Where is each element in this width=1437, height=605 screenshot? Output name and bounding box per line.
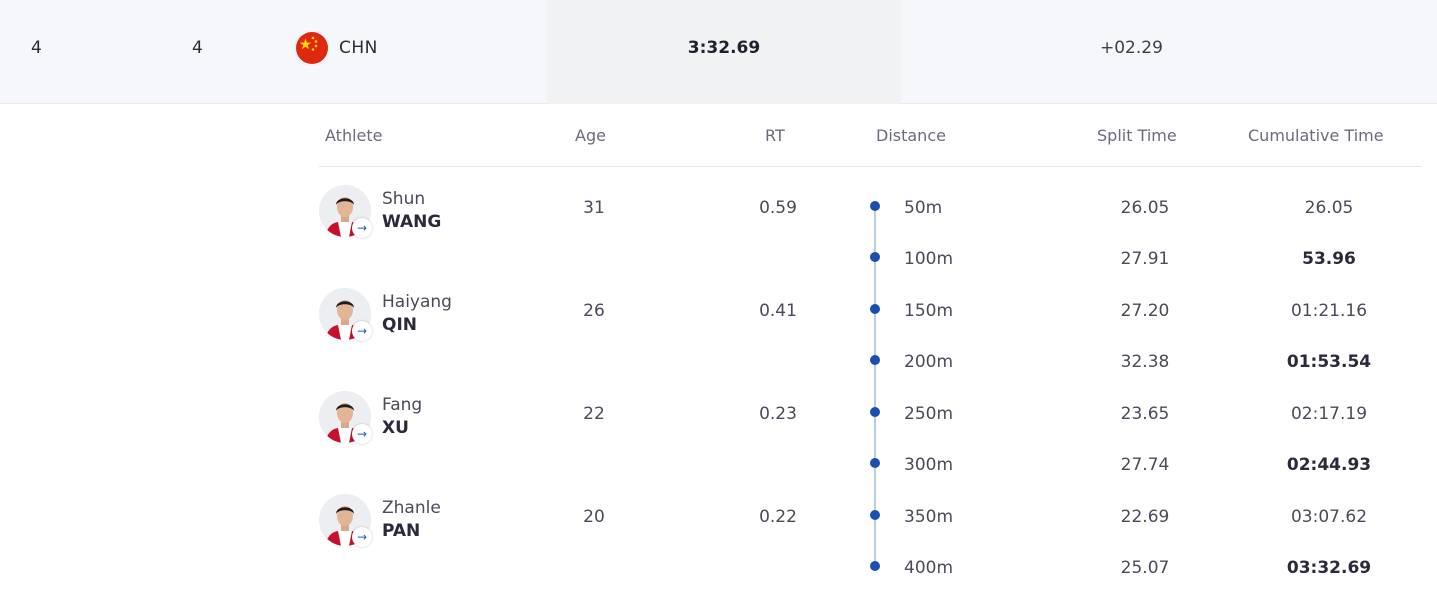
athlete-row[interactable]: → Shun WANG (319, 185, 559, 241)
arrow-right-icon[interactable]: → (352, 218, 372, 238)
cumulative-time: 53.96 (1302, 249, 1356, 269)
split-distance: 350m (904, 507, 954, 527)
header-cumulative-time: Cumulative Time (1248, 126, 1384, 145)
timeline-dot-icon (870, 201, 880, 211)
split-distance: 50m (904, 198, 943, 218)
athlete-reaction-time: 0.23 (759, 404, 797, 424)
athlete-reaction-time: 0.59 (759, 198, 797, 218)
country-code: CHN (339, 38, 378, 58)
athlete-last-name: XU (382, 418, 409, 438)
split-time: 26.05 (1120, 198, 1170, 218)
header-divider (319, 166, 1422, 167)
split-distance: 150m (904, 301, 954, 321)
timeline-dot-icon (870, 355, 880, 365)
athlete-first-name: Shun (382, 189, 426, 209)
split-time: 27.91 (1120, 249, 1170, 269)
split-distance: 400m (904, 558, 954, 578)
athlete-row[interactable]: → Haiyang QIN (319, 288, 559, 344)
arrow-right-icon[interactable]: → (352, 527, 372, 547)
athlete-age: 22 (583, 404, 605, 424)
time-behind: +02.29 (1100, 38, 1163, 58)
athlete-age: 31 (583, 198, 605, 218)
final-time: 3:32.69 (687, 38, 761, 58)
split-time: 22.69 (1120, 507, 1170, 527)
cumulative-time: 03:32.69 (1286, 558, 1372, 578)
cumulative-time: 26.05 (1304, 198, 1354, 218)
athlete-first-name: Haiyang (382, 292, 452, 312)
header-rt: RT (765, 126, 785, 145)
split-time: 27.20 (1120, 301, 1170, 321)
athlete-age: 20 (583, 507, 605, 527)
timeline-dot-icon (870, 510, 880, 520)
split-distance: 100m (904, 249, 954, 269)
cumulative-time: 01:21.16 (1290, 301, 1368, 321)
split-time: 23.65 (1120, 404, 1170, 424)
athlete-age: 26 (583, 301, 605, 321)
athlete-first-name: Fang (382, 395, 423, 415)
athlete-row[interactable]: → Fang XU (319, 391, 559, 447)
athlete-last-name: WANG (382, 212, 442, 232)
athlete-reaction-time: 0.41 (759, 301, 797, 321)
split-distance: 200m (904, 352, 954, 372)
cumulative-time: 02:17.19 (1290, 404, 1368, 424)
athlete-last-name: PAN (382, 521, 421, 541)
cumulative-time: 02:44.93 (1286, 455, 1372, 475)
timeline-dot-icon (870, 252, 880, 262)
header-athlete: Athlete (325, 126, 383, 145)
china-flag-icon (296, 32, 328, 64)
athlete-reaction-time: 0.22 (759, 507, 797, 527)
arrow-right-icon[interactable]: → (352, 321, 372, 341)
header-split-time: Split Time (1097, 126, 1177, 145)
team-result-row[interactable]: 4 4 CHN 3:32.69 +02.29 (0, 0, 1437, 104)
split-time: 32.38 (1120, 352, 1170, 372)
lane: 4 (192, 38, 203, 58)
split-distance: 250m (904, 404, 954, 424)
athlete-first-name: Zhanle (382, 498, 441, 518)
athlete-row[interactable]: → Zhanle PAN (319, 494, 559, 550)
split-distance: 300m (904, 455, 954, 475)
split-time: 27.74 (1120, 455, 1170, 475)
timeline-dot-icon (870, 458, 880, 468)
split-time: 25.07 (1120, 558, 1170, 578)
cumulative-time: 01:53.54 (1286, 352, 1372, 372)
timeline-dot-icon (870, 561, 880, 571)
header-distance: Distance (876, 126, 946, 145)
timeline-dot-icon (870, 407, 880, 417)
cumulative-time: 03:07.62 (1290, 507, 1368, 527)
arrow-right-icon[interactable]: → (352, 424, 372, 444)
rank: 4 (31, 38, 42, 58)
timeline-dot-icon (870, 304, 880, 314)
header-age: Age (575, 126, 606, 145)
athlete-last-name: QIN (382, 315, 418, 335)
